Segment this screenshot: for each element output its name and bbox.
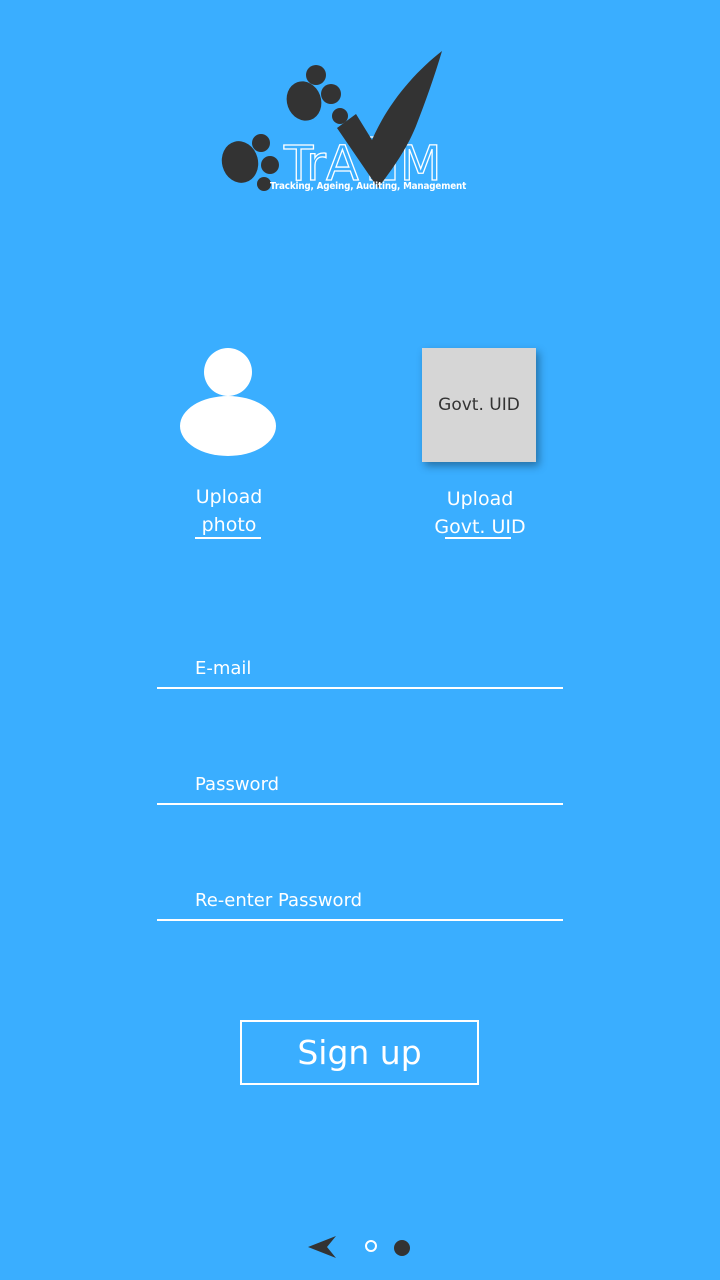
signup-button[interactable]: Sign up [240, 1020, 479, 1085]
email-field [157, 627, 563, 689]
upload-govt-uid-button[interactable]: Govt. UID Upload Govt. UID [420, 346, 540, 546]
upload-photo-underline [195, 537, 261, 539]
upload-photo-label-line1: Upload [195, 486, 263, 508]
app-logo: TrA M Tracking, Ageing, Auditing, Manage… [220, 48, 466, 198]
password-field [157, 743, 563, 805]
password-input[interactable] [195, 774, 555, 795]
paw-checkmark-icon: TrA M [221, 51, 442, 193]
user-avatar-icon [180, 348, 276, 456]
back-arrow-icon[interactable] [306, 1234, 338, 1260]
reenter-password-field [157, 859, 563, 921]
email-input[interactable] [195, 658, 555, 679]
govt-uid-card: Govt. UID [422, 348, 536, 462]
page-dot-2-active[interactable] [394, 1240, 410, 1256]
upload-photo-label: Upload photo [170, 483, 288, 539]
page-dot-1[interactable] [365, 1240, 377, 1252]
upload-uid-label: Upload Govt. UID [420, 485, 540, 541]
upload-uid-label-line1: Upload [446, 488, 514, 510]
logo-tagline: Tracking, Ageing, Auditing, Management [270, 181, 467, 192]
upload-uid-underline [445, 537, 511, 539]
upload-photo-label-line2: photo [201, 514, 257, 536]
reenter-password-input[interactable] [195, 890, 555, 911]
page-indicator [306, 1232, 416, 1264]
upload-photo-button[interactable]: Upload photo [170, 340, 288, 550]
